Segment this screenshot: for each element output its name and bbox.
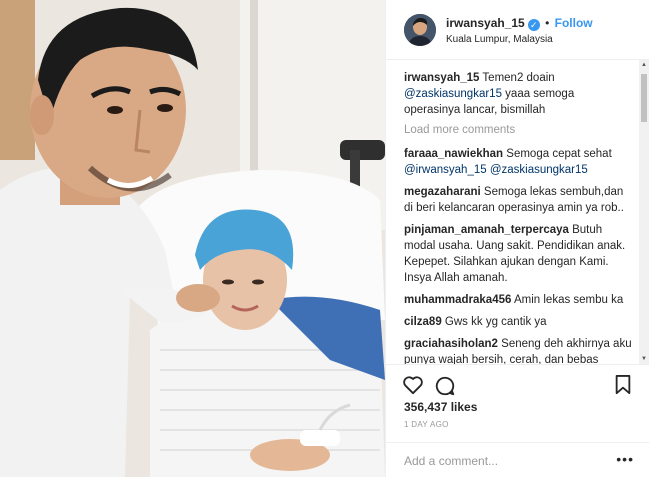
comment-item: muhammadraka456 Amin lekas sembu ka [404, 292, 632, 308]
avatar[interactable] [404, 14, 436, 46]
header-username[interactable]: irwansyah_15 [446, 16, 525, 30]
scrollbar-thumb[interactable] [641, 74, 647, 122]
comment-item: pinjaman_amanah_terpercaya Butuh modal u… [404, 222, 632, 286]
likes-count[interactable]: 356,437 likes [404, 400, 477, 414]
comment-text: Gws kk yg cantik ya [441, 316, 547, 328]
comment-item: megazaharani Semoga lekas sembuh,dan di … [404, 184, 632, 216]
heart-icon[interactable] [402, 375, 424, 398]
comment-item: graciahasiholan2 Seneng deh akhirnya aku… [404, 336, 632, 364]
comment-username[interactable]: graciahasiholan2 [404, 338, 498, 350]
post-photo[interactable] [0, 0, 385, 477]
header-separator: • [545, 16, 550, 30]
load-more-comments-button[interactable]: Load more comments [404, 124, 632, 136]
comment-item: faraaa_nawiekhan Semoga cepat sehat @irw… [404, 146, 632, 178]
add-comment-bar: ••• [386, 442, 649, 477]
comments-list[interactable]: irwansyah_15 Temen2 doain @zaskiasungkar… [386, 60, 649, 364]
comment-username[interactable]: pinjaman_amanah_terpercaya [404, 224, 569, 236]
header-line: irwansyah_15 ✓ • Follow [446, 16, 593, 31]
caption-mention[interactable]: @zaskiasungkar15 [404, 88, 502, 100]
more-options-icon[interactable]: ••• [616, 451, 634, 467]
location-link[interactable]: Kuala Lumpur, Malaysia [446, 34, 553, 45]
comment-item: cilza89 Gws kk yg cantik ya [404, 314, 632, 330]
post-timestamp[interactable]: 1 DAY AGO [404, 420, 449, 429]
comment-username[interactable]: megazaharani [404, 186, 481, 198]
comment-mentions[interactable]: @irwansyah_15 @zaskiasungkar15 [404, 164, 588, 176]
bookmark-icon[interactable] [614, 375, 632, 398]
comment-username[interactable]: faraaa_nawiekhan [404, 148, 503, 160]
follow-button[interactable]: Follow [555, 16, 593, 30]
post-header: irwansyah_15 ✓ • Follow Kuala Lumpur, Mal… [386, 0, 649, 60]
comment-text: Amin lekas sembu ka [511, 294, 624, 306]
comment-text: Semoga cepat sehat [503, 148, 612, 160]
comments-scrollbar[interactable]: ▲ ▼ [639, 60, 649, 364]
comment-username[interactable]: muhammadraka456 [404, 294, 511, 306]
avatar-image [404, 14, 436, 46]
scroll-up-arrow-icon[interactable]: ▲ [639, 60, 649, 70]
post-sidebar: irwansyah_15 ✓ • Follow Kuala Lumpur, Mal… [385, 0, 649, 477]
comment-icon[interactable] [434, 375, 456, 400]
comment-input[interactable] [404, 452, 604, 470]
verified-badge-icon: ✓ [527, 19, 540, 31]
caption-username[interactable]: irwansyah_15 [404, 72, 479, 84]
caption: irwansyah_15 Temen2 doain @zaskiasungkar… [404, 70, 632, 118]
hospital-selfie-image [0, 0, 385, 477]
comment-username[interactable]: cilza89 [404, 316, 442, 328]
instagram-post: irwansyah_15 ✓ • Follow Kuala Lumpur, Mal… [0, 0, 649, 477]
scroll-down-arrow-icon[interactable]: ▼ [639, 354, 649, 364]
caption-text: Temen2 doain [479, 72, 555, 84]
